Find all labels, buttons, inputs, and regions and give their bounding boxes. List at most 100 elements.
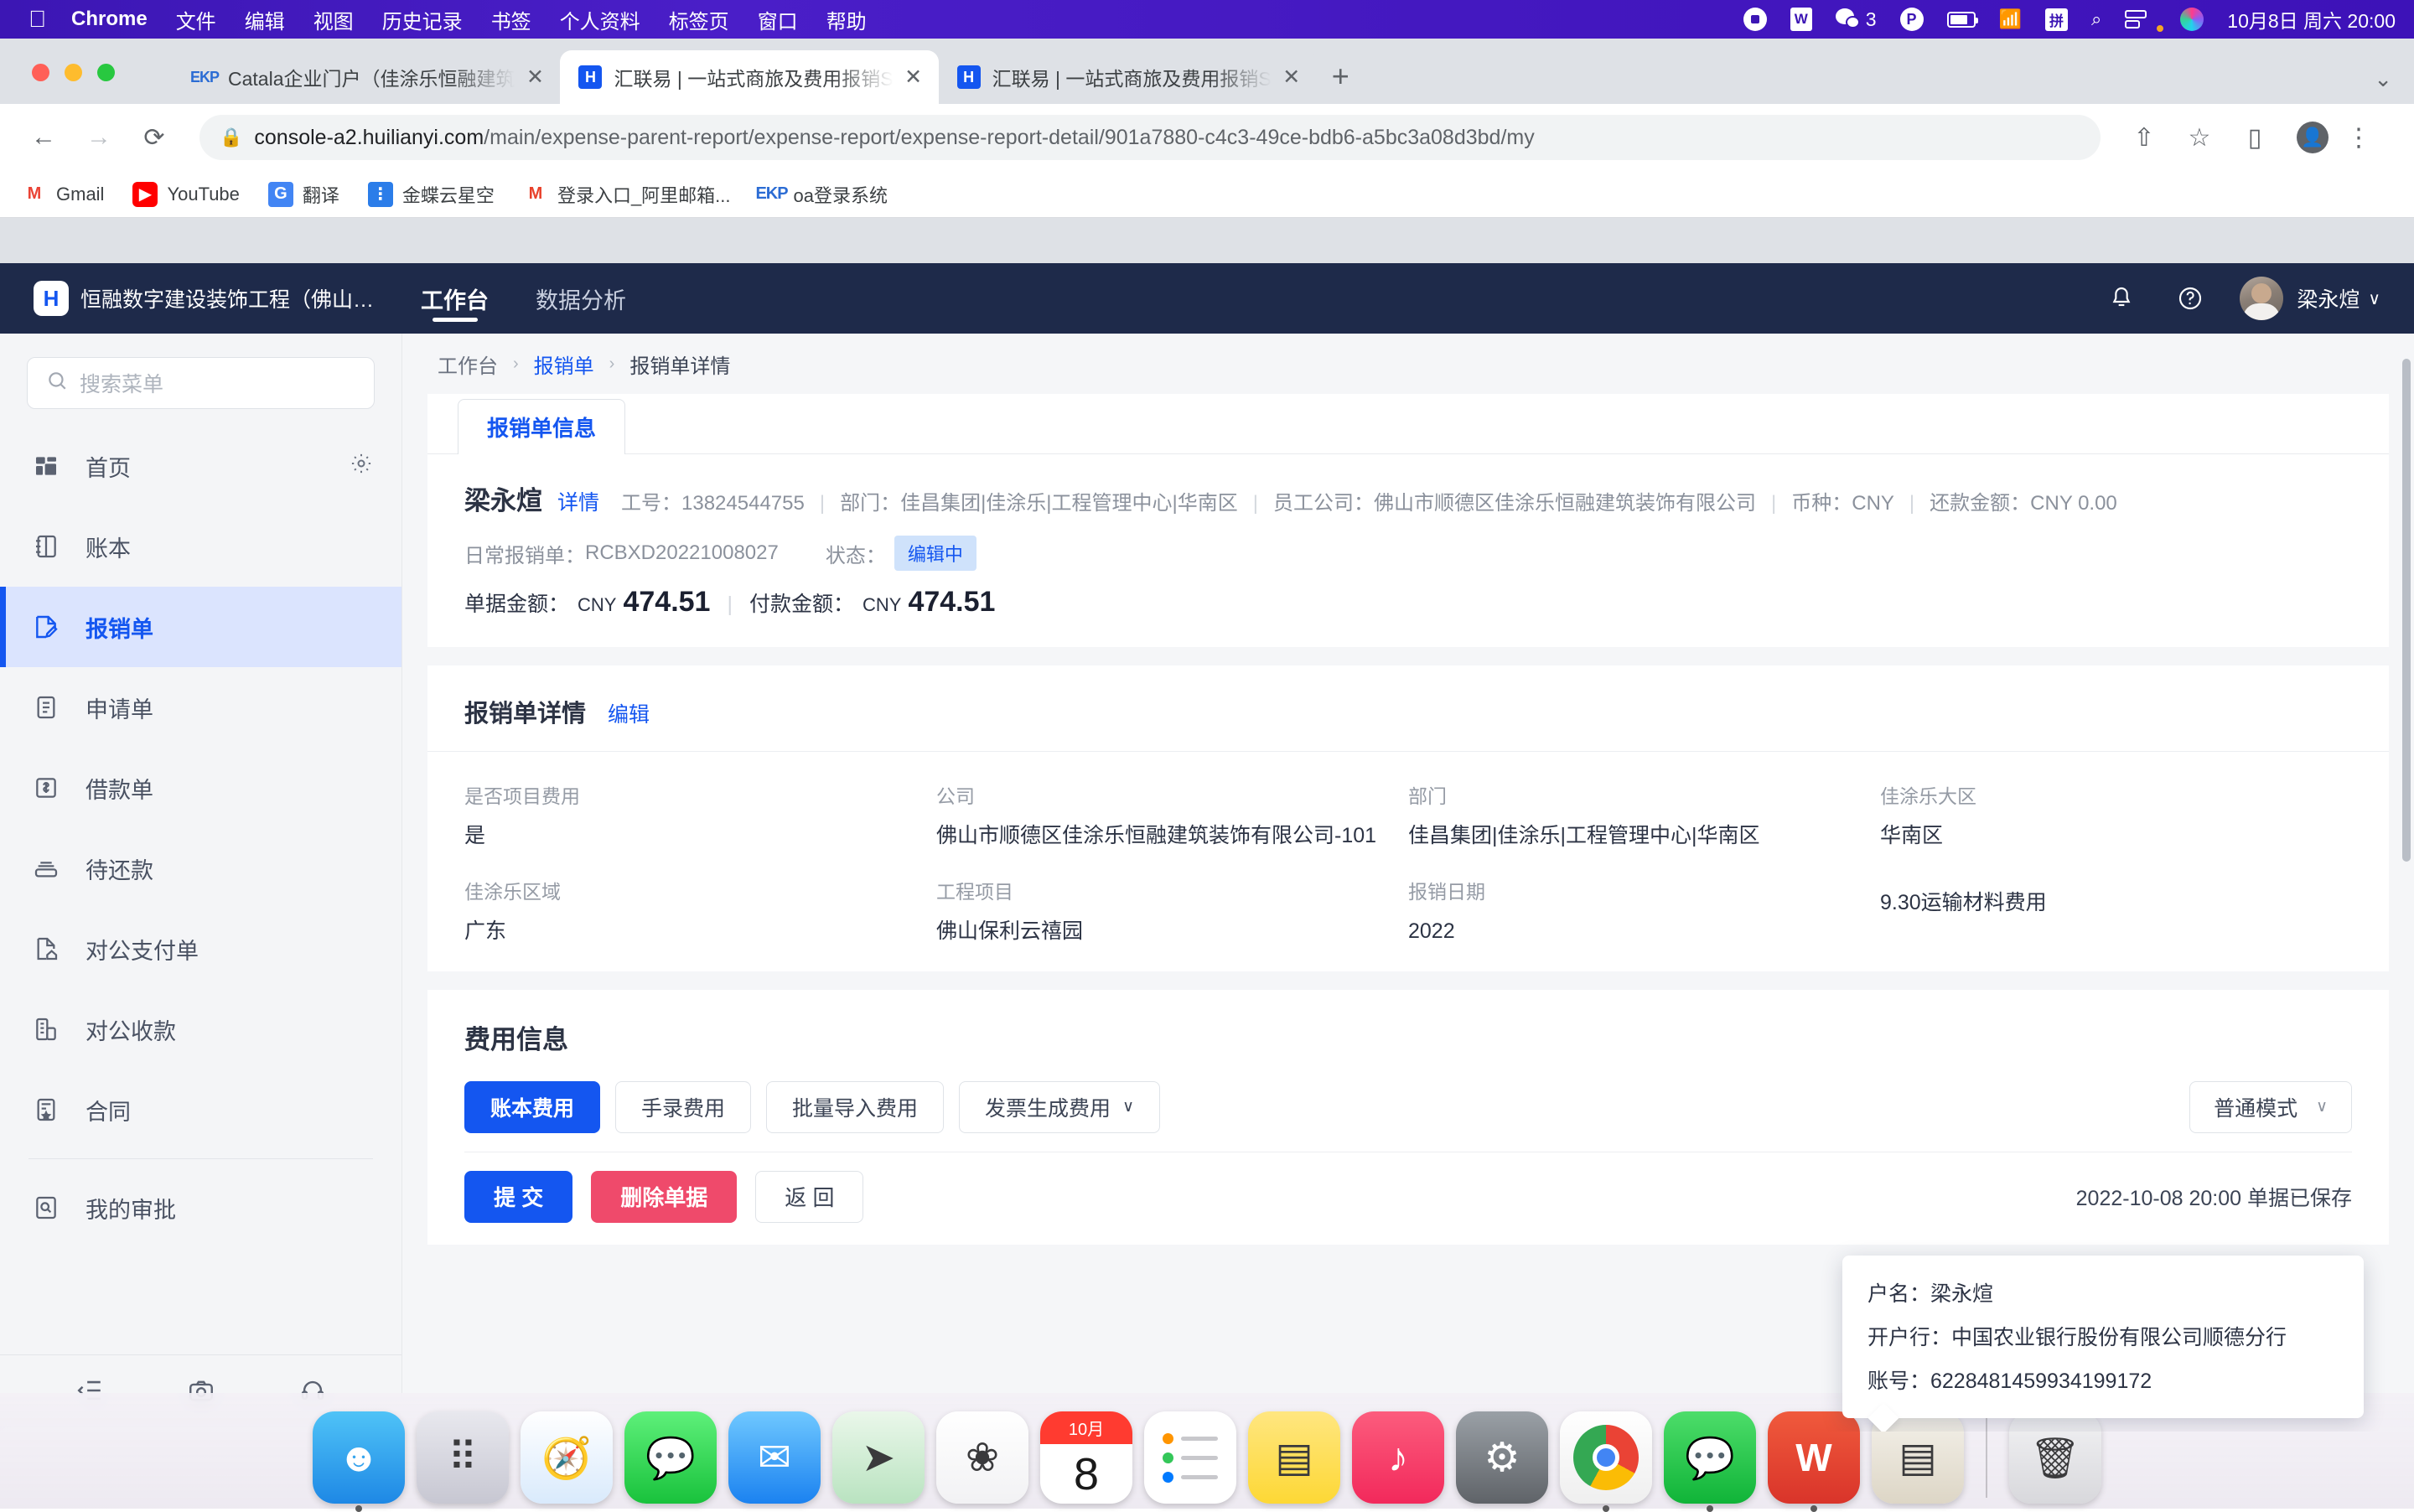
- sidebar-item-expense-report[interactable]: 报销单: [0, 587, 401, 667]
- back-button[interactable]: 返 回: [755, 1171, 863, 1223]
- submit-button[interactable]: 提 交: [464, 1171, 572, 1223]
- menu-bar-clock[interactable]: 10月8日 周六 20:00: [2227, 5, 2396, 34]
- avatar[interactable]: [2240, 277, 2283, 320]
- bookmark-star-icon[interactable]: ☆: [2178, 116, 2221, 159]
- ledger-expense-button[interactable]: 账本费用: [464, 1081, 600, 1133]
- dock-item-finder[interactable]: ☻: [313, 1411, 405, 1504]
- side-panel-icon[interactable]: ▯: [2233, 116, 2277, 159]
- menu-chrome[interactable]: Chrome: [71, 8, 148, 31]
- new-tab-button[interactable]: +: [1332, 59, 1349, 94]
- scrollbar-thumb[interactable]: [2402, 359, 2411, 862]
- dock-item-messages[interactable]: 💬: [624, 1411, 717, 1504]
- dock-item-wps[interactable]: W: [1768, 1411, 1860, 1504]
- sidebar-item-corporate-receipt[interactable]: 对公收款: [0, 989, 401, 1069]
- bookmark-youtube[interactable]: ▶YouTube: [132, 182, 239, 207]
- close-tab-icon[interactable]: ✕: [1280, 65, 1303, 90]
- display-mode-select[interactable]: 普通模式 ∨: [2189, 1081, 2352, 1133]
- siri-icon[interactable]: [2180, 8, 2204, 31]
- control-center-icon[interactable]: [2125, 10, 2147, 28]
- user-name-label[interactable]: 梁永煊: [2297, 283, 2360, 313]
- browser-tab-2[interactable]: H 汇联易 | 一站式商旅及费用报销S ✕: [560, 50, 938, 104]
- invoice-generate-expense-button[interactable]: 发票生成费用 ∨: [959, 1081, 1160, 1133]
- dock-item-wechat[interactable]: 💬: [1664, 1411, 1756, 1504]
- close-tab-icon[interactable]: ✕: [523, 65, 547, 90]
- menu-file[interactable]: 文件: [176, 5, 216, 34]
- batch-import-expense-button[interactable]: 批量导入费用: [766, 1081, 944, 1133]
- maximize-window-button[interactable]: [97, 64, 115, 81]
- profile-avatar-icon[interactable]: 👤: [2297, 122, 2329, 153]
- bookmark-alimail[interactable]: M登录入口_阿里邮箱...: [523, 181, 731, 208]
- menu-tabs[interactable]: 标签页: [669, 5, 729, 34]
- chrome-menu-icon[interactable]: ⋮: [2337, 116, 2380, 159]
- page-scrollbar[interactable]: [2401, 334, 2414, 1432]
- wifi-icon[interactable]: 📶: [1999, 8, 2022, 30]
- dock-item-safari[interactable]: 🧭: [521, 1411, 613, 1504]
- dock-item-system-settings[interactable]: ⚙: [1456, 1411, 1548, 1504]
- minimize-window-button[interactable]: [65, 64, 82, 81]
- browser-tab-1[interactable]: EKP Catala企业门户（佳涂乐恒融建筑 ✕: [174, 50, 560, 104]
- battery-icon[interactable]: [1947, 12, 1976, 28]
- dock-item-trash[interactable]: 🗑: [2009, 1411, 2101, 1504]
- dock-item-photos[interactable]: ❀: [936, 1411, 1028, 1504]
- close-tab-icon[interactable]: ✕: [902, 65, 925, 90]
- detail-edit-link[interactable]: 编辑: [608, 698, 650, 728]
- window-traffic-lights[interactable]: [32, 64, 115, 81]
- address-bar[interactable]: 🔒 console-a2.huilianyi.com/main/expense-…: [199, 115, 2101, 160]
- screen-record-icon[interactable]: [1743, 8, 1767, 31]
- dock-item-music[interactable]: ♪: [1352, 1411, 1444, 1504]
- bookmark-kingdee[interactable]: ⋮金蝶云星空: [368, 181, 495, 208]
- search-menu-input[interactable]: 搜索菜单: [27, 357, 375, 409]
- breadcrumb-item-workbench[interactable]: 工作台: [438, 350, 498, 379]
- apple-logo-icon[interactable]: : [28, 8, 46, 31]
- dock-item-launchpad[interactable]: ⠿: [417, 1411, 509, 1504]
- url-text: console-a2.huilianyi.com/main/expense-pa…: [254, 126, 1534, 150]
- menu-profiles[interactable]: 个人资料: [560, 5, 640, 34]
- sidebar-item-corporate-payment[interactable]: 对公支付单: [0, 909, 401, 989]
- dock-item-mail[interactable]: ✉: [728, 1411, 821, 1504]
- share-icon[interactable]: ⇧: [2122, 116, 2166, 159]
- sidebar-item-home[interactable]: 首页: [0, 426, 401, 506]
- p-status-icon[interactable]: P: [1900, 8, 1924, 31]
- dock-item-maps[interactable]: ➤: [832, 1411, 925, 1504]
- notification-bell-icon[interactable]: [2102, 279, 2141, 318]
- dock-item-reminders[interactable]: [1144, 1411, 1236, 1504]
- dock-item-calendar[interactable]: 10月8: [1040, 1411, 1132, 1504]
- menu-bookmarks[interactable]: 书签: [491, 5, 531, 34]
- sidebar-item-loan[interactable]: 借款单: [0, 748, 401, 828]
- back-icon[interactable]: ←: [22, 116, 65, 159]
- bookmark-translate[interactable]: G翻译: [268, 181, 339, 208]
- menu-help[interactable]: 帮助: [826, 5, 867, 34]
- sidebar-item-contract[interactable]: 合同: [0, 1069, 401, 1150]
- nav-tab-analytics[interactable]: 数据分析: [536, 263, 626, 334]
- menu-view[interactable]: 视图: [313, 5, 354, 34]
- sidebar-item-repayment[interactable]: 待还款: [0, 828, 401, 909]
- nav-tab-workbench[interactable]: 工作台: [421, 263, 489, 334]
- input-method-icon[interactable]: 拼: [2045, 8, 2068, 31]
- sidebar-item-application[interactable]: 申请单: [0, 667, 401, 748]
- bookmark-gmail[interactable]: MGmail: [22, 182, 104, 207]
- menu-history[interactable]: 历史记录: [382, 5, 463, 34]
- menu-edit[interactable]: 编辑: [245, 5, 285, 34]
- dock-item-notes[interactable]: ▤: [1248, 1411, 1340, 1504]
- forward-icon[interactable]: →: [77, 116, 121, 159]
- manual-expense-button[interactable]: 手录费用: [615, 1081, 751, 1133]
- gear-icon[interactable]: [350, 452, 373, 481]
- tab-report-info[interactable]: 报销单信息: [458, 399, 625, 454]
- delete-document-button[interactable]: 删除单据: [591, 1171, 737, 1223]
- breadcrumb-item-expense-report[interactable]: 报销单: [534, 350, 594, 379]
- user-detail-link[interactable]: 详情: [557, 486, 599, 516]
- dock-item-chrome[interactable]: [1560, 1411, 1652, 1504]
- wechat-status-icon[interactable]: 3: [1836, 8, 1877, 31]
- tab-search-chevron-down-icon[interactable]: ⌄: [2374, 66, 2392, 92]
- close-window-button[interactable]: [32, 64, 49, 81]
- spotlight-search-icon[interactable]: ⌕: [2091, 8, 2101, 30]
- bookmark-oa[interactable]: EKPoa登录系统: [759, 181, 888, 208]
- sidebar-item-ledger[interactable]: 账本: [0, 506, 401, 587]
- wps-status-icon[interactable]: W: [1790, 8, 1812, 31]
- sidebar-item-my-approval[interactable]: 我的审批: [0, 1168, 401, 1248]
- chevron-down-icon[interactable]: ∨: [2368, 288, 2380, 309]
- browser-tab-3[interactable]: H 汇联易 | 一站式商旅及费用报销S ✕: [939, 50, 1317, 104]
- reload-icon[interactable]: ⟳: [132, 116, 176, 159]
- help-icon[interactable]: [2171, 279, 2209, 318]
- menu-window[interactable]: 窗口: [758, 5, 798, 34]
